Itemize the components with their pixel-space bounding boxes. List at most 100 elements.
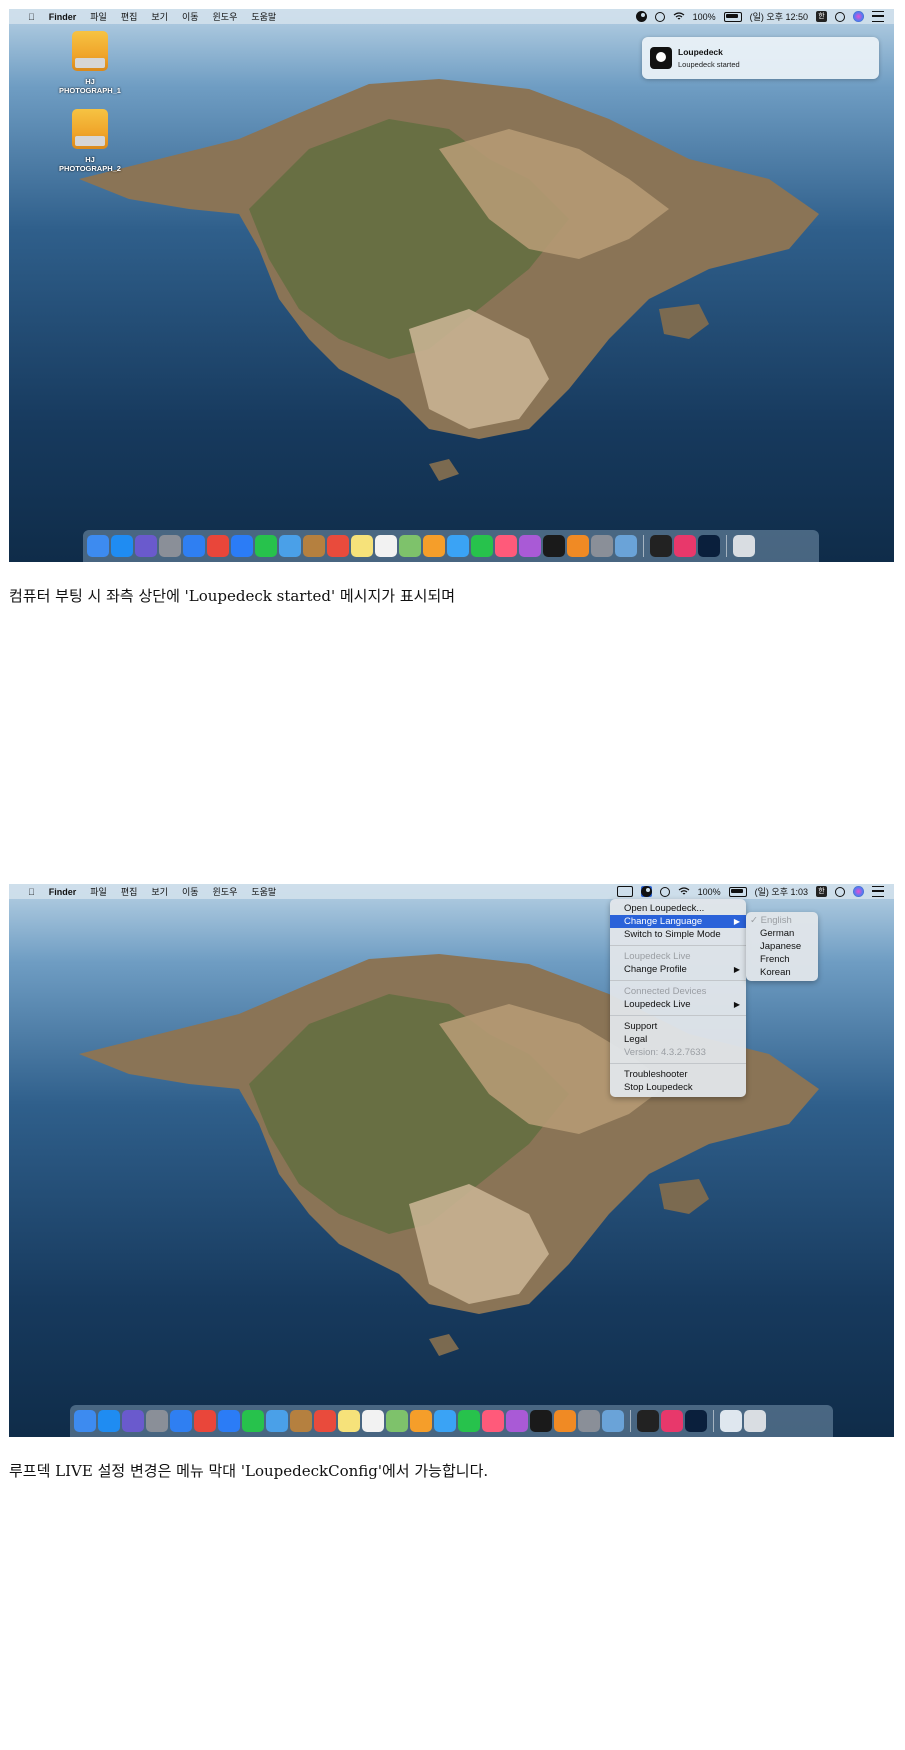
terminal-icon[interactable] (637, 1410, 659, 1432)
menu-legal[interactable]: Legal (610, 1033, 746, 1046)
menu-view[interactable]: 보기 (144, 10, 175, 23)
menu-go[interactable]: 이동 (175, 10, 206, 23)
wifi-icon[interactable] (673, 12, 685, 21)
menu-edit[interactable]: 편집 (114, 885, 145, 898)
menu-device-loupedeck-live[interactable]: Loupedeck Live ▶ (610, 998, 746, 1011)
menu-support[interactable]: Support (610, 1020, 746, 1033)
finder-icon[interactable] (74, 1410, 96, 1432)
podcasts-icon[interactable] (519, 535, 541, 557)
apple-tv-icon[interactable] (530, 1410, 552, 1432)
finder-icon[interactable] (87, 535, 109, 557)
apple-menu-icon[interactable]:  (21, 887, 42, 897)
input-method-icon[interactable]: 한 (816, 11, 827, 22)
menu-app-finder[interactable]: Finder (42, 887, 84, 897)
reminders-icon[interactable] (362, 1410, 384, 1432)
calendar-icon[interactable] (314, 1410, 336, 1432)
language-item-french[interactable]: French (746, 953, 818, 966)
contacts-icon[interactable] (290, 1410, 312, 1432)
chrome-icon[interactable] (207, 535, 229, 557)
photoshop-icon[interactable] (685, 1410, 707, 1432)
apple-menu-icon[interactable]:  (21, 12, 42, 22)
creative-cloud-app-icon[interactable] (661, 1410, 683, 1432)
language-item-japanese[interactable]: Japanese (746, 940, 818, 953)
spotlight-search-icon[interactable] (835, 886, 845, 897)
menu-change-language[interactable]: Change Language ▶ (610, 915, 746, 928)
menu-edit[interactable]: 편집 (114, 10, 145, 23)
siri-icon[interactable] (853, 886, 864, 897)
menu-view[interactable]: 보기 (144, 885, 175, 898)
menu-switch-simple-mode[interactable]: Switch to Simple Mode (610, 928, 746, 941)
contacts-icon[interactable] (303, 535, 325, 557)
facetime-icon[interactable] (471, 535, 493, 557)
creative-cloud-icon[interactable] (654, 11, 665, 22)
image-capture-icon[interactable] (615, 535, 637, 557)
menu-app-finder[interactable]: Finder (42, 12, 84, 22)
wifi-icon[interactable] (678, 887, 690, 896)
preview-icon[interactable] (279, 535, 301, 557)
notes-icon[interactable] (351, 535, 373, 557)
language-item-german[interactable]: German (746, 927, 818, 940)
menubar-clock[interactable]: (일) 오후 12:50 (750, 10, 808, 23)
input-method-icon[interactable]: 한 (816, 886, 827, 897)
desktop-drive-photograph-2[interactable]: HJ PHOTOGRAPH_2 (55, 109, 125, 173)
app-store-icon[interactable] (98, 1410, 120, 1432)
reminders-icon[interactable] (375, 535, 397, 557)
language-item-english[interactable]: ✓ English (746, 914, 818, 927)
music-icon[interactable] (482, 1410, 504, 1432)
downloads-stack-icon[interactable] (720, 1410, 742, 1432)
trash-icon[interactable] (744, 1410, 766, 1432)
language-item-korean[interactable]: Korean (746, 966, 818, 979)
menu-file[interactable]: 파일 (83, 885, 114, 898)
loupedeck-status-icon-active[interactable] (640, 886, 652, 897)
safari-icon[interactable] (183, 535, 205, 557)
siri-icon[interactable] (853, 11, 864, 22)
books-icon[interactable] (567, 535, 589, 557)
messages-icon[interactable] (447, 535, 469, 557)
photos-icon[interactable] (410, 1410, 432, 1432)
siri-app-icon[interactable] (122, 1410, 144, 1432)
launchpad-icon[interactable] (159, 535, 181, 557)
app-store-icon[interactable] (111, 535, 133, 557)
menu-open-loupedeck[interactable]: Open Loupedeck... (610, 902, 746, 915)
image-capture-icon[interactable] (602, 1410, 624, 1432)
system-preferences-icon[interactable] (591, 535, 613, 557)
photos-icon[interactable] (423, 535, 445, 557)
battery-icon[interactable] (723, 11, 742, 22)
play-app-icon[interactable] (242, 1410, 264, 1432)
battery-icon[interactable] (728, 886, 747, 897)
loupedeck-status-icon[interactable] (635, 11, 647, 22)
system-preferences-icon[interactable] (578, 1410, 600, 1432)
play-app-icon[interactable] (255, 535, 277, 557)
notification-center-icon[interactable] (872, 11, 884, 22)
notes-icon[interactable] (338, 1410, 360, 1432)
terminal-icon[interactable] (650, 535, 672, 557)
messages-icon[interactable] (434, 1410, 456, 1432)
menu-help[interactable]: 도움말 (244, 10, 283, 23)
podcasts-icon[interactable] (506, 1410, 528, 1432)
loupedeck-notification[interactable]: Loupedeck Loupedeck started (642, 37, 879, 79)
notification-center-icon[interactable] (872, 886, 884, 897)
menu-stop-loupedeck[interactable]: Stop Loupedeck (610, 1081, 746, 1094)
desktop-drive-photograph-1[interactable]: HJ PHOTOGRAPH_1 (55, 31, 125, 95)
menu-change-profile[interactable]: Change Profile ▶ (610, 963, 746, 976)
preview-icon[interactable] (266, 1410, 288, 1432)
spotlight-search-icon[interactable] (835, 11, 845, 22)
photoshop-icon[interactable] (698, 535, 720, 557)
apple-tv-icon[interactable] (543, 535, 565, 557)
creative-cloud-app-icon[interactable] (674, 535, 696, 557)
menu-file[interactable]: 파일 (83, 10, 114, 23)
menubar-clock[interactable]: (일) 오후 1:03 (755, 885, 808, 898)
menu-troubleshooter[interactable]: Troubleshooter (610, 1068, 746, 1081)
menu-window[interactable]: 윈도우 (206, 10, 245, 23)
maps-icon[interactable] (386, 1410, 408, 1432)
menu-go[interactable]: 이동 (175, 885, 206, 898)
menu-window[interactable]: 윈도우 (206, 885, 245, 898)
siri-app-icon[interactable] (135, 535, 157, 557)
music-icon[interactable] (495, 535, 517, 557)
menu-help[interactable]: 도움말 (244, 885, 283, 898)
books-icon[interactable] (554, 1410, 576, 1432)
maps-icon[interactable] (399, 535, 421, 557)
zoom-icon[interactable] (231, 535, 253, 557)
trash-icon[interactable] (733, 535, 755, 557)
screen-capture-icon[interactable] (616, 886, 633, 897)
